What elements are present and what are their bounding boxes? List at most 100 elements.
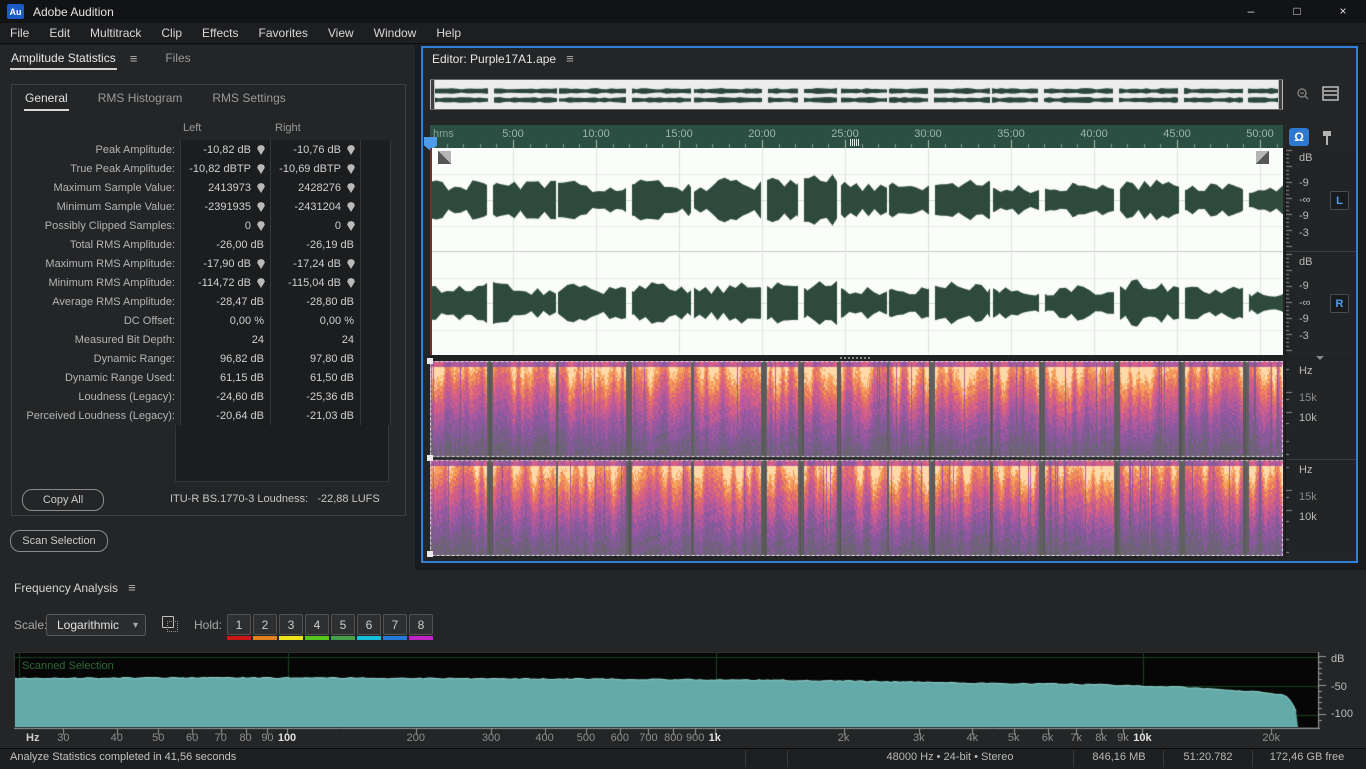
editor-tab[interactable]: Editor: Purple17A1.ape ≡ (432, 51, 574, 66)
timeline-tick-label: 35:00 (997, 128, 1025, 140)
menu-item-clip[interactable]: Clip (151, 23, 192, 43)
editor-panel-menu-icon[interactable]: ≡ (566, 51, 574, 66)
hold-button-7[interactable]: 7 (383, 614, 407, 640)
layers-list-icon[interactable] (1321, 84, 1341, 104)
selection-handle-left[interactable] (438, 151, 451, 164)
stat-cell[interactable]: 96,82 dB (180, 349, 270, 368)
hold-button-6[interactable]: 6 (357, 614, 381, 640)
stat-cell[interactable]: -24,60 dB (180, 387, 270, 406)
stat-cell[interactable]: -21,03 dB (270, 406, 360, 425)
marker-pin-icon[interactable] (1317, 128, 1337, 148)
menu-item-window[interactable]: Window (364, 23, 427, 43)
stat-cell[interactable]: 61,15 dB (180, 368, 270, 387)
waveform-display[interactable] (430, 148, 1283, 355)
monitor-headphones-icon[interactable]: Ω (1289, 128, 1309, 146)
menu-item-effects[interactable]: Effects (192, 23, 248, 43)
stat-cell[interactable]: -17,90 dB (180, 254, 270, 273)
stat-cell[interactable]: -17,24 dB (270, 254, 360, 273)
frequency-panel-menu-icon[interactable]: ≡ (128, 580, 136, 595)
scan-selection-button[interactable]: Scan Selection (10, 530, 108, 552)
scale-collapse-icon[interactable] (1316, 356, 1324, 360)
stat-label: Maximum RMS Amplitude: (45, 257, 175, 270)
hold-button-1[interactable]: 1 (227, 614, 251, 640)
close-button[interactable]: × (1320, 0, 1366, 23)
stat-cell-spare (360, 273, 391, 292)
stat-cell[interactable]: -28,47 dB (180, 292, 270, 311)
stat-value: -26,19 dB (306, 238, 354, 251)
audition-window: { "titlebar":{"logo":"Au","title":"Adobe… (0, 0, 1366, 769)
tab-general[interactable]: General (24, 89, 69, 111)
stat-cell[interactable]: 0,00 % (270, 311, 360, 330)
hold-button-5[interactable]: 5 (331, 614, 355, 640)
stat-cell[interactable]: -114,72 dB (180, 273, 270, 292)
hold-color-strip (305, 636, 329, 640)
stat-cell[interactable]: -25,36 dB (270, 387, 360, 406)
selection-handle-right[interactable] (1256, 151, 1269, 164)
stat-cell[interactable]: -26,00 dB (180, 235, 270, 254)
spectrogram-display[interactable] (430, 361, 1283, 556)
stat-cell[interactable]: 97,80 dB (270, 349, 360, 368)
frequency-x-tick-label: 800 (664, 732, 683, 744)
stat-cell[interactable]: -2391935 (180, 197, 270, 216)
stat-cell[interactable]: -10,69 dBTP (270, 159, 360, 178)
frequency-x-tick-label: 40 (110, 732, 123, 744)
overview-navigator[interactable] (430, 79, 1283, 110)
status-format: 48000 Hz • 24-bit • Stereo (886, 751, 1014, 763)
stat-cell-spare (360, 216, 391, 235)
divider-grip[interactable] (840, 357, 870, 359)
stat-cell[interactable]: 61,50 dB (270, 368, 360, 387)
hold-color-strip (253, 636, 277, 640)
stat-value: 0,00 % (319, 314, 354, 327)
stat-cell[interactable]: -26,19 dB (270, 235, 360, 254)
minimize-button[interactable]: – (1228, 0, 1274, 23)
left-channel-button[interactable]: L (1330, 191, 1349, 210)
frequency-x-tick-label: 200 (406, 732, 425, 744)
freq-tick-label: 10k (1299, 511, 1317, 523)
tab-files[interactable]: Files (164, 47, 191, 69)
stat-cell[interactable]: -115,04 dB (270, 273, 360, 292)
stat-cell[interactable]: 2413973 (180, 178, 270, 197)
stat-cell[interactable]: 0,00 % (180, 311, 270, 330)
stat-cell[interactable]: 2428276 (270, 178, 360, 197)
spectro-selection-handle[interactable] (427, 455, 433, 461)
tab-rms-settings[interactable]: RMS Settings (211, 89, 286, 111)
scale-dropdown[interactable]: Logarithmic ▾ (46, 614, 146, 636)
stat-cell[interactable]: 0 (180, 216, 270, 235)
zoom-navigate-icon[interactable] (1293, 84, 1313, 104)
frequency-plot[interactable] (15, 653, 1319, 727)
menu-item-help[interactable]: Help (426, 23, 471, 43)
spectro-selection-handle[interactable] (427, 551, 433, 557)
stat-cell[interactable]: 24 (270, 330, 360, 349)
stat-cell[interactable]: -20,64 dB (180, 406, 270, 425)
menu-item-favorites[interactable]: Favorites (249, 23, 318, 43)
overview-right-handle[interactable] (1278, 80, 1283, 109)
stat-cell[interactable]: 24 (180, 330, 270, 349)
hold-button-8[interactable]: 8 (409, 614, 433, 640)
spectro-selection-handle[interactable] (427, 358, 433, 364)
copy-graph-icon[interactable] (162, 616, 180, 634)
marker-cluster[interactable] (850, 139, 859, 146)
tab-rms-histogram[interactable]: RMS Histogram (97, 89, 184, 111)
copy-all-button[interactable]: Copy All (22, 489, 104, 511)
stat-cell[interactable]: -10,76 dB (270, 140, 360, 159)
tab-amplitude-statistics[interactable]: Amplitude Statistics (10, 47, 117, 70)
menu-item-edit[interactable]: Edit (39, 23, 80, 43)
panel-menu-icon[interactable]: ≡ (130, 51, 138, 66)
amp-tick-label: -∞ (1299, 194, 1311, 206)
overview-left-handle[interactable] (430, 80, 435, 109)
menu-item-file[interactable]: File (0, 23, 39, 43)
stat-cell[interactable]: -10,82 dBTP (180, 159, 270, 178)
table-row: Dynamic Range: 96,82 dB 97,80 dB (12, 349, 392, 368)
frequency-x-tick-label: 700 (639, 732, 658, 744)
stat-cell[interactable]: -28,80 dB (270, 292, 360, 311)
stat-cell[interactable]: -2431204 (270, 197, 360, 216)
menu-item-multitrack[interactable]: Multitrack (80, 23, 151, 43)
maximize-button[interactable]: □ (1274, 0, 1320, 23)
hold-button-4[interactable]: 4 (305, 614, 329, 640)
menu-item-view[interactable]: View (318, 23, 364, 43)
hold-button-2[interactable]: 2 (253, 614, 277, 640)
right-channel-button[interactable]: R (1330, 294, 1349, 313)
hold-button-3[interactable]: 3 (279, 614, 303, 640)
stat-cell[interactable]: -10,82 dB (180, 140, 270, 159)
stat-cell[interactable]: 0 (270, 216, 360, 235)
